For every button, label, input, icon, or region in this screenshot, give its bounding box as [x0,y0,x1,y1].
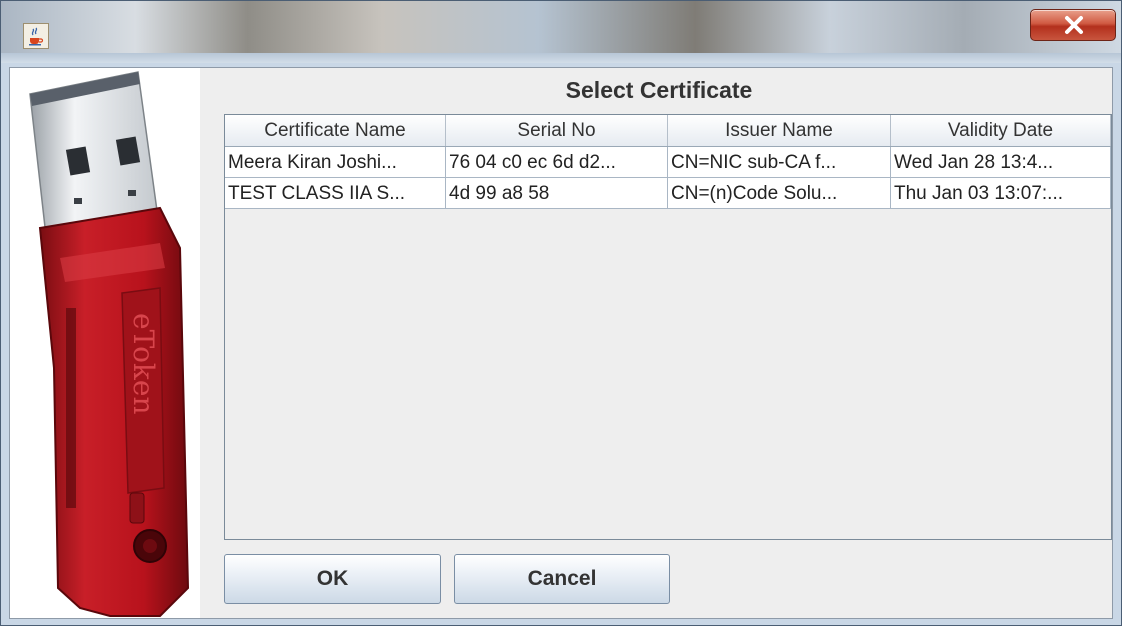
cancel-button[interactable]: Cancel [454,554,670,604]
usb-token-icon: eToken [29,71,190,617]
dialog-title: Select Certificate [565,77,753,103]
table-header: Certificate Name Serial No Issuer Name V… [225,115,1111,147]
cell-certificate-name: Meera Kiran Joshi... [225,147,446,178]
column-header-validity-date[interactable]: Validity Date [891,115,1111,146]
cell-validity-date: Thu Jan 03 13:07:... [891,178,1111,209]
cell-validity-date: Wed Jan 28 13:4... [891,147,1111,178]
table-row[interactable]: TEST CLASS IIA S... 4d 99 a8 58 CN=(n)Co… [225,178,1111,209]
close-x-icon [1065,16,1083,34]
cell-issuer-name: CN=NIC sub-CA f... [668,147,891,178]
cell-serial-no: 4d 99 a8 58 [446,178,668,209]
title-bar[interactable] [1,1,1121,63]
cell-serial-no: 76 04 c0 ec 6d d2... [446,147,668,178]
certificate-dialog-window: eToken Select Certificate Certificate Na… [0,0,1122,626]
table-row[interactable]: Meera Kiran Joshi... 76 04 c0 ec 6d d2..… [225,147,1111,178]
ok-button[interactable]: OK [224,554,441,604]
usb-token-image: eToken [10,68,200,618]
java-cup-icon[interactable] [23,23,49,49]
column-header-issuer-name[interactable]: Issuer Name [668,115,891,146]
certificate-table[interactable]: Certificate Name Serial No Issuer Name V… [224,114,1112,540]
cell-issuer-name: CN=(n)Code Solu... [668,178,891,209]
close-button[interactable] [1030,9,1116,41]
column-header-certificate-name[interactable]: Certificate Name [225,115,446,146]
svg-text:eToken: eToken [127,313,160,415]
dialog-body: eToken Select Certificate Certificate Na… [9,67,1113,619]
cell-certificate-name: TEST CLASS IIA S... [225,178,446,209]
column-header-serial-no[interactable]: Serial No [446,115,668,146]
